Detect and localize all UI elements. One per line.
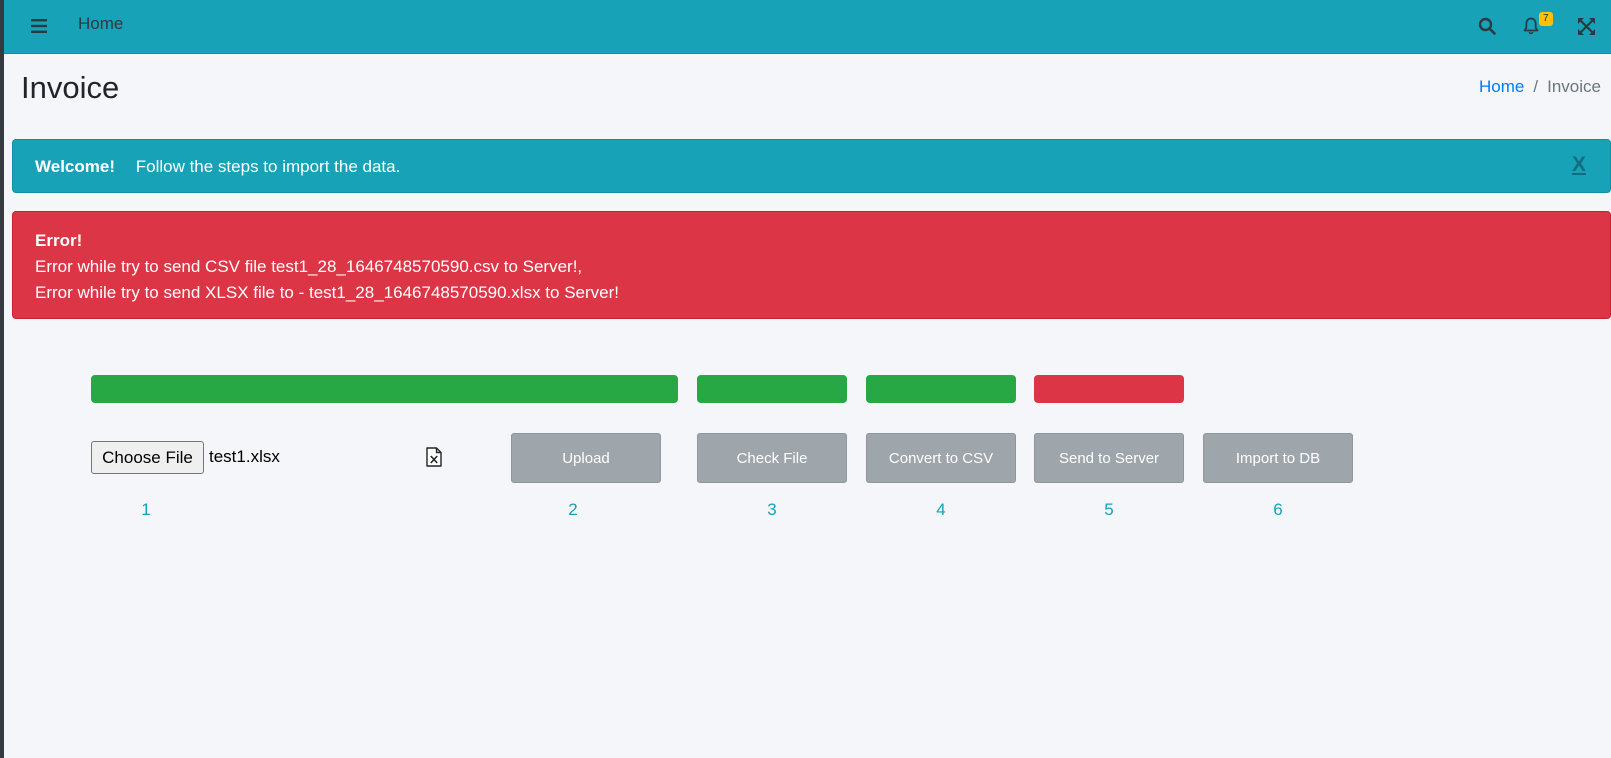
notification-badge: 7 [1539,12,1553,26]
progress-bar-step-1 [91,375,678,403]
bars-icon [31,19,47,33]
welcome-alert-title: Welcome! [35,157,115,176]
search-button[interactable] [1473,12,1501,40]
welcome-alert-message: Follow the steps to import the data. [135,157,401,176]
welcome-alert: Welcome! Follow the steps to import the … [12,139,1611,193]
step-number-4: 4 [936,500,946,519]
fullscreen-button[interactable] [1572,12,1600,40]
breadcrumb: Home / Invoice [1479,77,1601,97]
top-navbar: Home 7 [4,0,1611,54]
error-alert-title: Error! [35,231,83,250]
step-number-1: 1 [141,500,151,519]
error-message-csv: Error while try to send CSV file test1_2… [35,257,583,276]
step-number-6: 6 [1273,500,1283,519]
breadcrumb-separator: / [1533,77,1539,96]
import-to-db-button[interactable]: Import to DB [1203,433,1353,483]
expand-icon [1577,17,1595,35]
step-number-2: 2 [568,500,578,519]
progress-bar-step-4 [866,375,1016,403]
progress-bar-step-5 [1034,375,1184,403]
error-alert: Error! Error while try to send CSV file … [12,211,1611,319]
page-title: Invoice [21,70,120,105]
breadcrumb-current: Invoice [1547,77,1601,96]
nav-home-link[interactable]: Home [78,14,123,34]
bell-icon [1523,17,1539,35]
progress-bar-step-3 [697,375,847,403]
convert-to-csv-button[interactable]: Convert to CSV [866,433,1016,483]
send-to-server-button[interactable]: Send to Server [1034,433,1184,483]
menu-toggle-button[interactable] [25,12,53,40]
step-number-5: 5 [1104,500,1114,519]
upload-button[interactable]: Upload [511,433,661,483]
error-message-xlsx: Error while try to send XLSX file to - t… [35,283,619,302]
sidebar-edge [0,0,4,758]
choose-file-button[interactable]: Choose File [91,441,204,474]
excel-file-icon [426,447,442,467]
search-icon [1478,17,1496,35]
check-file-button[interactable]: Check File [697,433,847,483]
step-number-3: 3 [767,500,777,519]
breadcrumb-home-link[interactable]: Home [1479,77,1524,96]
alert-close-button[interactable]: X [1572,153,1586,177]
selected-file-name: test1.xlsx [209,447,280,466]
